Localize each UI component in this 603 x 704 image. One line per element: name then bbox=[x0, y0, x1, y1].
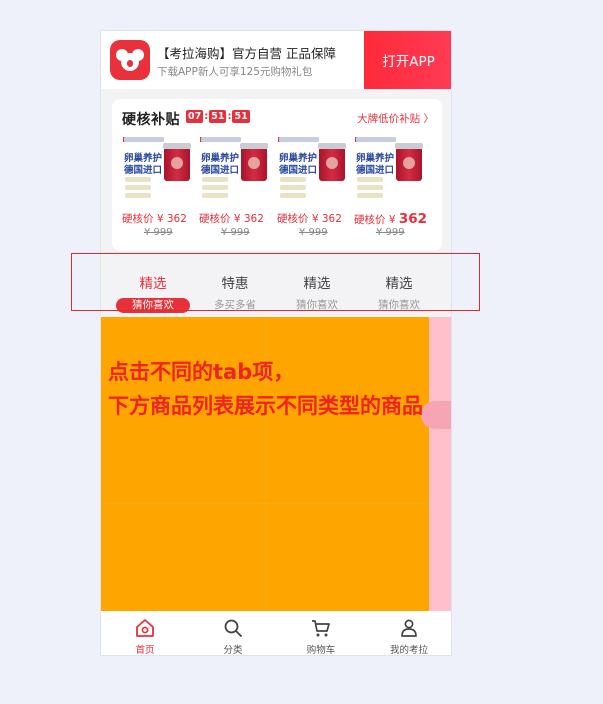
product-label-line2: 德国进口 bbox=[124, 165, 163, 176]
countdown-timer: 07 : 51 : 51 bbox=[186, 110, 250, 123]
product-original-price: ¥ 999 bbox=[376, 227, 405, 238]
timer-minutes: 51 bbox=[209, 110, 227, 123]
product-image: 卵巢养护 德国进口 bbox=[277, 135, 349, 205]
nav-home[interactable]: 首页 bbox=[101, 611, 189, 656]
subsidy-card: 硬核补贴 07 : 51 : 51 大牌低价补贴 〉 卵巢养护 德国进口 硬核价… bbox=[112, 99, 442, 251]
product-original-price: ¥ 999 bbox=[144, 227, 173, 238]
product-image: 卵巢养护 德国进口 bbox=[199, 135, 271, 205]
product-price: 硬核价 ¥ 362 bbox=[122, 213, 187, 225]
home-icon bbox=[136, 619, 154, 637]
product-can-icon bbox=[318, 143, 346, 181]
nav-profile[interactable]: 我的考拉 bbox=[365, 611, 451, 656]
brand-subsidy-link[interactable]: 大牌低价补贴 〉 bbox=[357, 111, 434, 126]
nav-category[interactable]: 分类 bbox=[189, 611, 277, 656]
product-label-line2: 德国进口 bbox=[201, 165, 240, 176]
side-panel bbox=[429, 317, 451, 611]
subsidy-product[interactable]: 卵巢养护 德国进口 硬核价 ¥ 362 ¥ 999 bbox=[354, 135, 428, 245]
nav-label: 分类 bbox=[223, 645, 243, 656]
bottom-nav: 首页 分类 购物车 我的考拉 bbox=[101, 611, 451, 656]
nav-cart[interactable]: 购物车 bbox=[277, 611, 365, 656]
product-label-line2: 德国进口 bbox=[356, 165, 395, 176]
timer-hours: 07 bbox=[186, 110, 204, 123]
nav-label: 我的考拉 bbox=[389, 645, 428, 656]
product-price: 硬核价 ¥ 362 bbox=[354, 211, 428, 227]
product-image: 卵巢养护 德国进口 bbox=[354, 135, 426, 205]
product-price: 硬核价 ¥ 362 bbox=[277, 213, 342, 225]
koala-logo-icon bbox=[110, 40, 150, 80]
product-label-line2: 德国进口 bbox=[279, 165, 318, 176]
user-icon bbox=[401, 619, 417, 637]
banner-title: 【考拉海购】官方自营 正品保障 bbox=[157, 46, 336, 61]
timer-seconds: 51 bbox=[232, 110, 250, 123]
mobile-page: 【考拉海购】官方自营 正品保障 下载APP新人可享125元购物礼包 打开APP … bbox=[100, 30, 452, 656]
annotation-line1: 点击不同的tab项， bbox=[108, 360, 295, 384]
product-price: 硬核价 ¥ 362 bbox=[199, 213, 264, 225]
annotation-line2: 下方商品列表展示不同类型的商品 bbox=[108, 394, 423, 418]
product-original-price: ¥ 999 bbox=[221, 227, 250, 238]
product-image: 卵巢养护 德国进口 bbox=[122, 135, 194, 205]
subsidy-product[interactable]: 卵巢养护 德国进口 硬核价 ¥ 362 ¥ 999 bbox=[277, 135, 349, 245]
tab-highlight-box bbox=[71, 253, 480, 311]
banner-subtitle: 下载APP新人可享125元购物礼包 bbox=[157, 66, 313, 78]
subsidy-product[interactable]: 卵巢养护 德国进口 硬核价 ¥ 362 ¥ 999 bbox=[199, 135, 271, 245]
cart-icon bbox=[312, 620, 330, 637]
subsidy-product[interactable]: 卵巢养护 德国进口 硬核价 ¥ 362 ¥ 999 bbox=[122, 135, 194, 245]
app-download-banner[interactable]: 【考拉海购】官方自营 正品保障 下载APP新人可享125元购物礼包 打开APP bbox=[101, 31, 451, 89]
product-can-icon bbox=[240, 143, 268, 181]
nav-label: 首页 bbox=[135, 645, 155, 656]
product-can-icon bbox=[163, 143, 191, 181]
search-icon bbox=[224, 619, 242, 637]
open-app-button[interactable]: 打开APP bbox=[364, 31, 451, 89]
subsidy-title: 硬核补贴 bbox=[122, 112, 180, 128]
nav-label: 购物车 bbox=[306, 645, 336, 656]
floating-button[interactable] bbox=[421, 401, 451, 429]
product-can-icon bbox=[395, 143, 423, 181]
product-original-price: ¥ 999 bbox=[299, 227, 328, 238]
